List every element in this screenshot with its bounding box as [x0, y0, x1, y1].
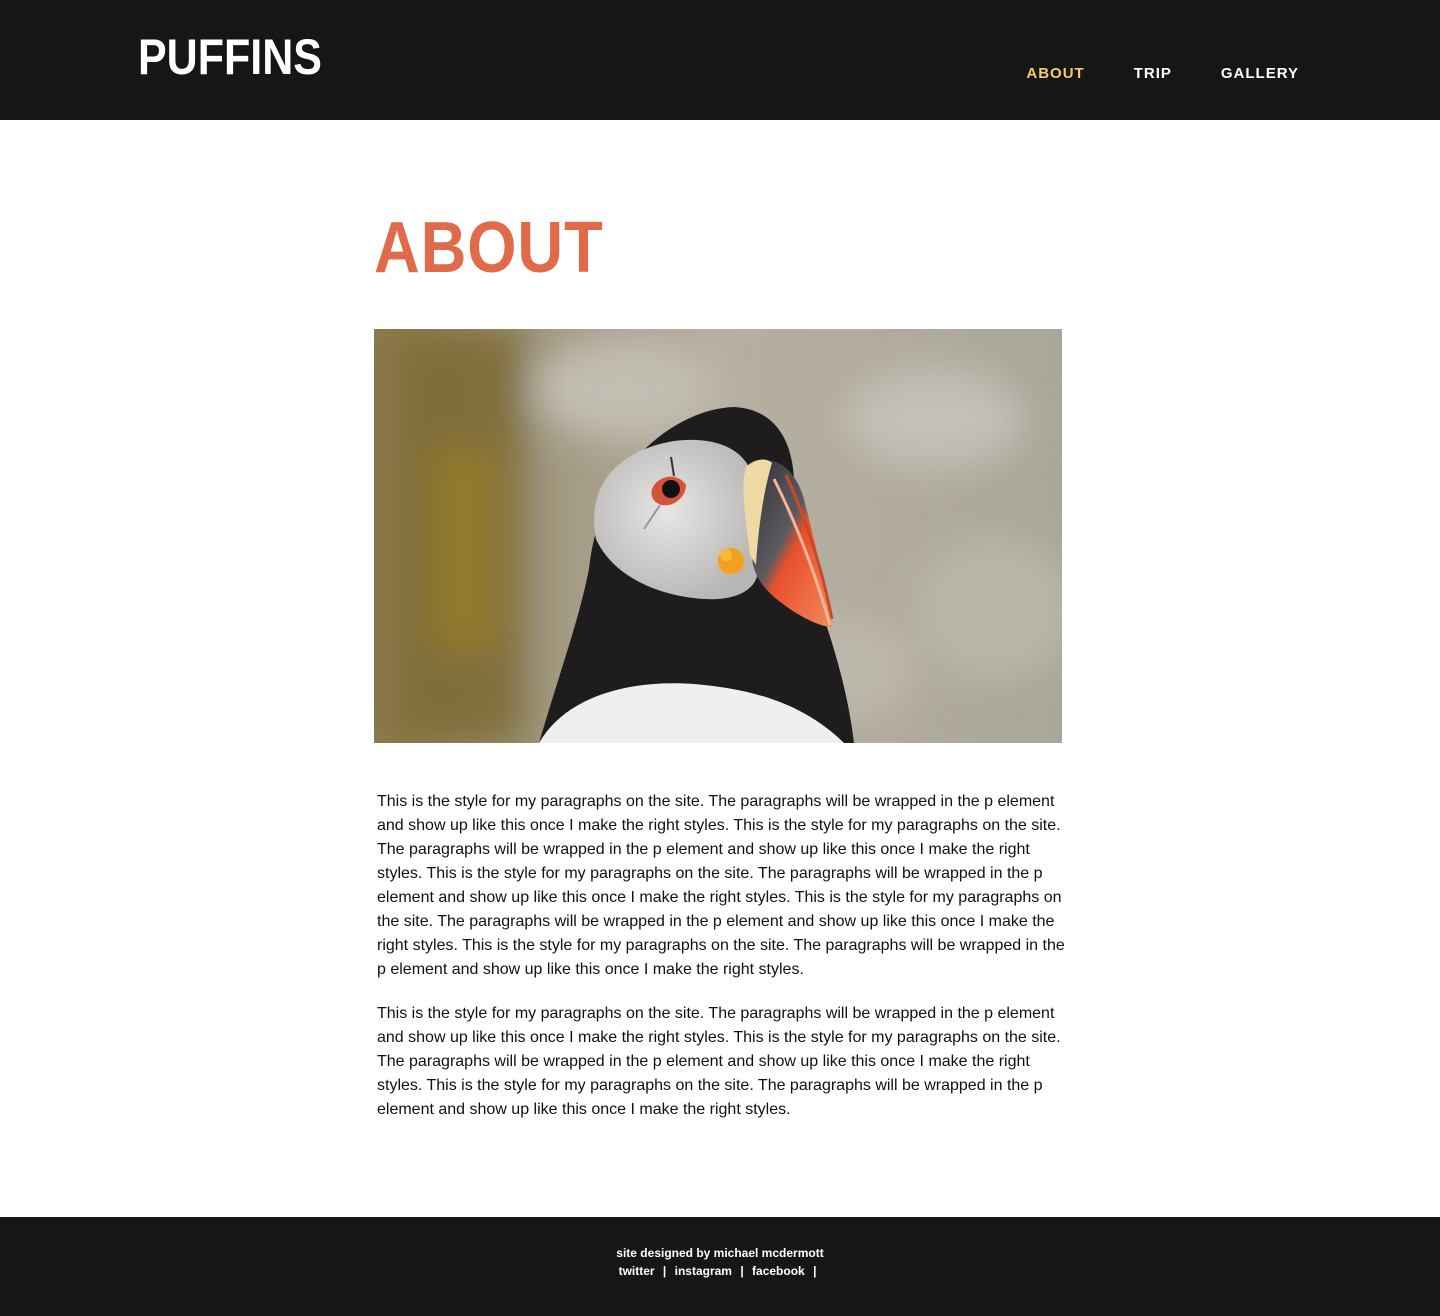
page-title: ABOUT: [374, 208, 604, 288]
nav-link-about[interactable]: ABOUT: [1026, 66, 1084, 81]
instagram-link[interactable]: instagram: [675, 1264, 732, 1278]
paragraph: This is the style for my paragraphs on t…: [377, 1005, 1061, 1118]
link-separator: |: [813, 1264, 817, 1278]
twitter-link[interactable]: twitter: [619, 1264, 655, 1278]
site-logo[interactable]: PUFFINS: [138, 32, 322, 82]
nav-link-trip[interactable]: TRIP: [1134, 66, 1172, 81]
paragraph: This is the style for my paragraphs on t…: [377, 793, 1065, 978]
body-text: This is the style for my paragraphs on t…: [377, 790, 1067, 1142]
link-separator: |: [662, 1264, 667, 1278]
nav-link-gallery[interactable]: GALLERY: [1221, 66, 1299, 81]
puffin-photo: [374, 329, 1062, 743]
facebook-link[interactable]: facebook: [752, 1264, 805, 1278]
hero-image: [374, 329, 1062, 743]
site-footer: site designed by michael mcdermott twitt…: [0, 1217, 1440, 1316]
link-separator: |: [740, 1264, 744, 1278]
social-links: twitter | instagram | facebook |: [0, 1264, 1440, 1278]
footer-credit: site designed by michael mcdermott: [616, 1246, 824, 1260]
site-header: PUFFINS ABOUT TRIP GALLERY: [0, 0, 1440, 120]
main-nav: ABOUT TRIP GALLERY: [1026, 66, 1299, 81]
